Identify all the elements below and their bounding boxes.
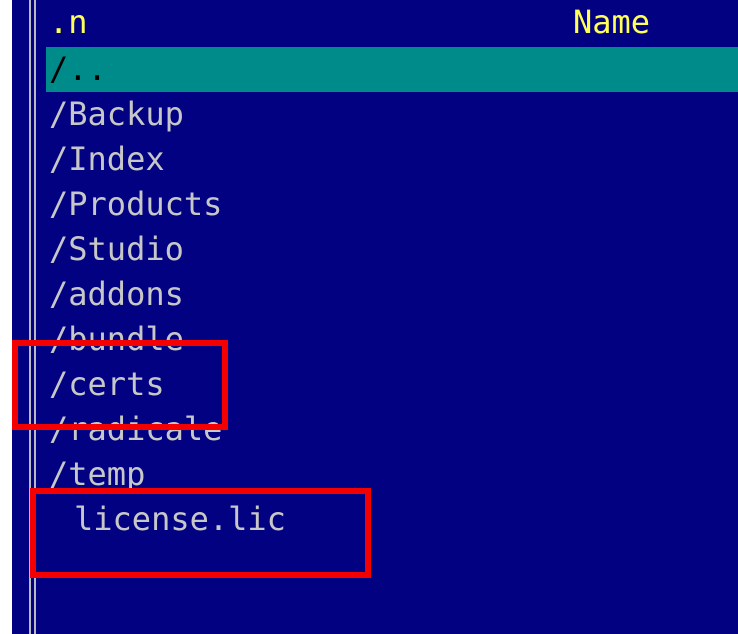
- panel-border: [29, 0, 31, 634]
- list-item-addons[interactable]: /addons: [46, 272, 738, 317]
- list-item-backup[interactable]: /Backup: [46, 92, 738, 137]
- list-item-index[interactable]: /Index: [46, 137, 738, 182]
- file-panel: .n Name /.. /Backup /Index /Products /St…: [12, 0, 738, 634]
- list-item-radicale[interactable]: /radicale: [46, 407, 738, 452]
- list-item-bundle[interactable]: /bundle: [46, 317, 738, 362]
- list-item-products[interactable]: /Products: [46, 182, 738, 227]
- list-item-license-file[interactable]: license.lic: [46, 497, 738, 542]
- sort-indicator[interactable]: .n: [49, 0, 88, 45]
- list-item-temp[interactable]: /temp: [46, 452, 738, 497]
- list-item-certs[interactable]: /certs: [46, 362, 738, 407]
- file-list: /.. /Backup /Index /Products /Studio /ad…: [46, 47, 738, 542]
- list-item-studio[interactable]: /Studio: [46, 227, 738, 272]
- list-item-parent-dir[interactable]: /..: [46, 47, 738, 92]
- column-header-name[interactable]: Name: [573, 0, 650, 45]
- panel-border-inner: [34, 0, 36, 634]
